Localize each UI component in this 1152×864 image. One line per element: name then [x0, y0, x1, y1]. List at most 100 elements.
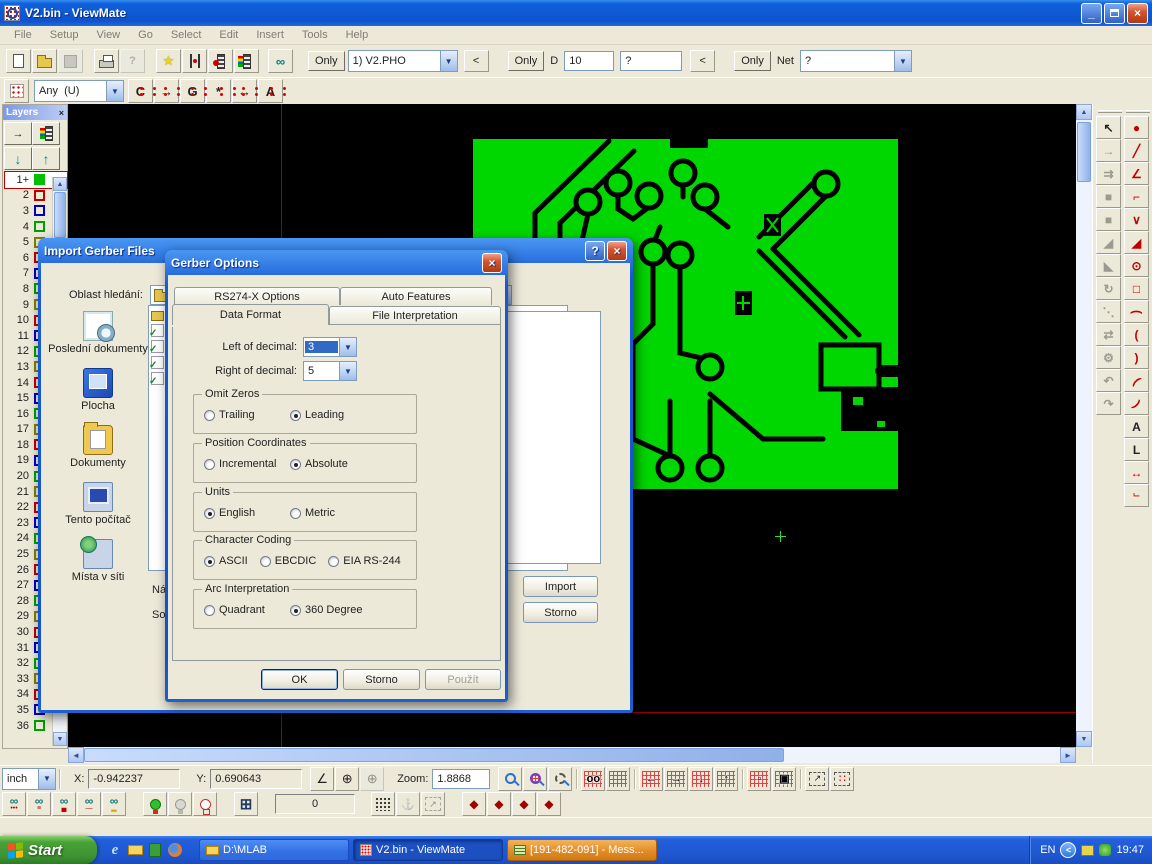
dcode-query-input[interactable]: ? — [620, 51, 682, 71]
task-explorer[interactable]: D:\MLAB — [199, 839, 349, 861]
aperture-1-button[interactable]: ◆ — [462, 792, 486, 816]
draw-vee-tool[interactable]: ∨ — [1124, 208, 1149, 231]
rotate-tool[interactable]: ↻ — [1096, 277, 1121, 300]
radio-absolute[interactable]: Absolute — [290, 458, 376, 470]
vector-move-button[interactable]: ↗ — [421, 792, 445, 816]
selection-pattern-button[interactable] — [4, 79, 29, 103]
draw-arc-tool[interactable]: ( — [1124, 300, 1149, 323]
draw-label-tool[interactable]: L — [1124, 438, 1149, 461]
only-dcode-label[interactable]: Only — [508, 51, 545, 71]
draw-line-tool[interactable]: ╱ — [1124, 139, 1149, 162]
cancel-button[interactable]: Storno — [343, 669, 420, 690]
layers-close-icon[interactable]: × — [59, 108, 64, 118]
task-messenger[interactable]: [191-482-091] - Mess... — [507, 839, 657, 861]
radio-trailing[interactable]: Trailing — [204, 409, 290, 421]
place-network-places[interactable]: Místa v síti — [48, 539, 148, 583]
pan-up-button[interactable]: ↑ — [714, 767, 738, 791]
net-select-combo[interactable]: ? ▼ — [800, 50, 912, 72]
task-viewmate[interactable]: V2.bin - ViewMate — [353, 839, 503, 861]
pan-down-button[interactable]: ↓ — [689, 767, 713, 791]
menu-view[interactable]: View — [88, 27, 128, 43]
tab-data-format[interactable]: Data Format — [172, 304, 329, 325]
aperture-3-button[interactable]: ◆ — [512, 792, 536, 816]
dialog-close-button[interactable]: × — [607, 241, 627, 261]
select-span-button[interactable]: ↔ — [232, 79, 257, 103]
draw-outline-tool[interactable]: ⌐ — [1124, 484, 1149, 507]
radio-ebcdic[interactable]: EBCDIC — [260, 555, 317, 567]
menu-edit[interactable]: Edit — [211, 27, 246, 43]
prev-dcode-button[interactable]: < — [690, 50, 715, 72]
left-of-decimal-combo[interactable]: 3 ▼ — [303, 337, 357, 357]
scroll-right-icon[interactable]: ► — [1060, 747, 1076, 763]
highlight-on-button[interactable] — [143, 792, 167, 816]
layer-colors-button[interactable] — [234, 49, 259, 73]
move-group-tool[interactable]: ⇉ — [1096, 162, 1121, 185]
restore-button[interactable] — [1104, 3, 1125, 24]
vscroll-thumb[interactable] — [1077, 122, 1091, 182]
print-button[interactable] — [94, 49, 119, 73]
apply-button[interactable]: Použít — [425, 669, 501, 690]
dropdown-arrow-icon[interactable]: ▼ — [106, 81, 123, 101]
next-layer-button[interactable]: → — [4, 122, 32, 145]
layers-scroll-down-icon[interactable]: ▼ — [53, 732, 67, 746]
stretch-select-button[interactable]: ↗ — [805, 767, 829, 791]
window-tile-button[interactable]: ⊞ — [234, 792, 258, 816]
radio-incremental[interactable]: Incremental — [204, 458, 290, 470]
draw-polyline-tool[interactable]: ∠ — [1124, 162, 1149, 185]
points-select-button[interactable]: ∷ — [830, 767, 854, 791]
hscroll-thumb[interactable] — [84, 748, 784, 762]
gerber-file-icon[interactable] — [151, 340, 164, 353]
view-traces-button[interactable]: ∞— — [77, 792, 101, 816]
draw-pad-tool[interactable]: ● — [1124, 116, 1149, 139]
view-dcodes-button[interactable]: ∞••• — [2, 792, 26, 816]
view-lines-button[interactable]: ∞≡ — [27, 792, 51, 816]
highlight-outline-button[interactable] — [193, 792, 217, 816]
units-combo[interactable]: inch ▼ — [2, 768, 56, 790]
radio-eia-rs-244[interactable]: EIA RS-244 — [328, 555, 400, 567]
menu-tools[interactable]: Tools — [294, 27, 336, 43]
language-indicator[interactable]: EN — [1040, 844, 1055, 856]
menu-go[interactable]: Go — [130, 27, 161, 43]
view-pads-button[interactable]: ∞▄ — [52, 792, 76, 816]
layers-scroll-thumb[interactable] — [54, 192, 66, 238]
dcode-list-button[interactable]: oo — [581, 767, 605, 791]
gerber-close-button[interactable]: × — [482, 253, 502, 273]
view-glasses-button[interactable]: ∞ — [268, 49, 293, 73]
draw-arc-cw-tool[interactable]: ) — [1124, 346, 1149, 369]
scale-tool[interactable]: ⋱ — [1096, 300, 1121, 323]
radio-360-degree[interactable]: 360 Degree — [290, 604, 376, 616]
dropdown-arrow-icon[interactable]: ▼ — [339, 362, 356, 380]
draw-arc-chord-tool[interactable]: ( — [1124, 369, 1149, 392]
zoom-window-button[interactable] — [548, 767, 572, 791]
select-c-button[interactable]: C — [128, 79, 153, 103]
any-filter-combo[interactable]: Any (U) ▼ — [34, 80, 124, 102]
dcode-film-button[interactable] — [208, 49, 233, 73]
save-button[interactable] — [58, 49, 83, 73]
menu-insert[interactable]: Insert — [248, 27, 292, 43]
radio-quadrant[interactable]: Quadrant — [204, 604, 290, 616]
select-g-button[interactable]: G — [180, 79, 205, 103]
canvas-vscrollbar[interactable]: ▲ ▼ — [1076, 104, 1092, 747]
draw-text-tool[interactable]: A — [1124, 415, 1149, 438]
grid-copy-button[interactable]: ▣ — [772, 767, 796, 791]
gerber-file-icon[interactable] — [151, 356, 164, 369]
menu-help[interactable]: Help — [338, 27, 377, 43]
dot-grid-button[interactable] — [371, 792, 395, 816]
place-desktop[interactable]: Plocha — [48, 368, 148, 412]
dropdown-arrow-icon[interactable]: ▼ — [440, 51, 457, 71]
zoom-grid-button[interactable] — [523, 767, 547, 791]
aperture-2-button[interactable]: ◆ — [487, 792, 511, 816]
scroll-up-icon[interactable]: ▲ — [1076, 104, 1092, 120]
dropdown-arrow-icon[interactable]: ▼ — [38, 769, 55, 789]
anchor-button[interactable]: ⚓ — [396, 792, 420, 816]
grid-display-button[interactable] — [606, 767, 630, 791]
dcode-input[interactable]: 10 — [564, 51, 614, 71]
ok-button[interactable]: OK — [261, 669, 338, 690]
origin-target-button[interactable]: ⊕ — [335, 767, 359, 791]
select-tool[interactable]: ↖ — [1096, 116, 1121, 139]
move-item-tool[interactable]: → — [1096, 139, 1121, 162]
draw-dimension-tool[interactable]: ↔ — [1124, 461, 1149, 484]
gerber-file-icon[interactable] — [151, 372, 164, 385]
layer-table-button[interactable] — [32, 122, 60, 145]
scroll-left-icon[interactable]: ◄ — [68, 747, 84, 763]
